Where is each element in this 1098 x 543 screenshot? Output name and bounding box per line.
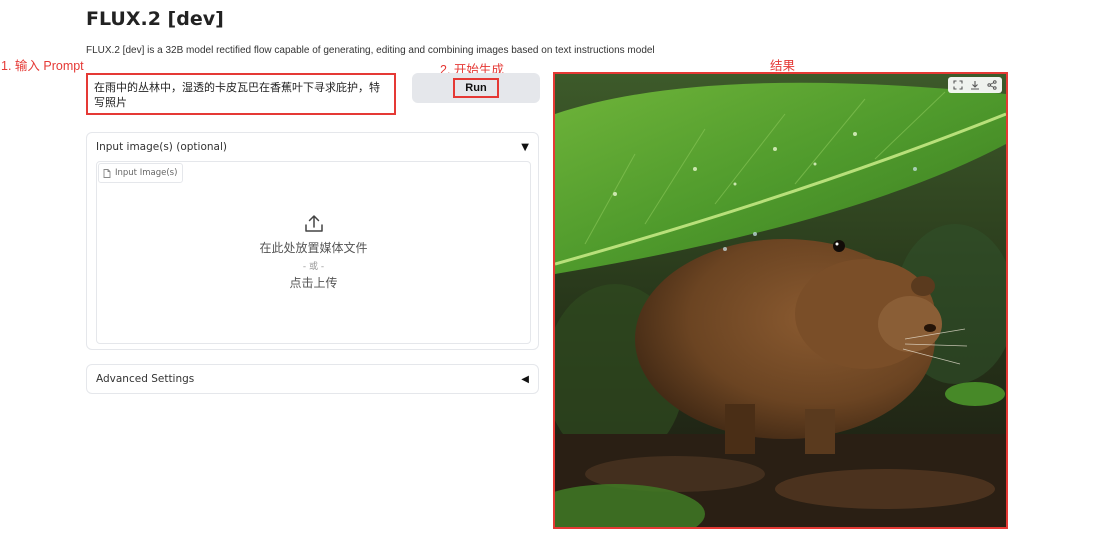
upload-icon: [304, 215, 323, 232]
image-toolbar: [948, 77, 1002, 93]
advanced-settings-accordion[interactable]: Advanced Settings ◀: [86, 364, 539, 394]
file-icon: [103, 168, 111, 178]
upload-prompt: 在此处放置媒体文件 - 或 - 点击上传: [97, 214, 530, 291]
image-dropzone[interactable]: Input Image(s) 在此处放置媒体文件 - 或 - 点击上传: [96, 161, 531, 344]
run-button[interactable]: Run: [453, 78, 499, 98]
result-image-panel: [553, 72, 1008, 529]
click-upload-text[interactable]: 点击上传: [289, 274, 337, 291]
download-icon[interactable]: [970, 80, 980, 90]
capybara-leaf-image: [555, 74, 1006, 527]
expand-triangle-icon[interactable]: ◀: [521, 374, 529, 385]
drop-media-text: 在此处放置媒体文件: [259, 241, 368, 255]
prompt-input[interactable]: 在雨中的丛林中，湿透的卡皮瓦巴在香蕉叶下寻求庇护，特写照片: [86, 73, 396, 115]
input-images-header[interactable]: Input image(s) (optional) ▼: [87, 133, 538, 161]
input-image-chip-label: Input Image(s): [115, 168, 178, 178]
annotation-step1: 1. 输入 Prompt: [1, 59, 84, 73]
app-title: FLUX.2 [dev]: [86, 8, 224, 30]
advanced-settings-label: Advanced Settings: [96, 373, 195, 385]
run-button-container[interactable]: Run: [412, 73, 540, 103]
input-images-header-label: Input image(s) (optional): [96, 141, 227, 153]
app-description: FLUX.2 [dev] is a 32B model rectified fl…: [86, 45, 655, 56]
share-icon[interactable]: [987, 80, 997, 90]
input-image-chip: Input Image(s): [98, 163, 184, 183]
or-divider-text: - 或 -: [302, 262, 325, 272]
fullscreen-icon[interactable]: [953, 80, 963, 90]
input-images-accordion: Input image(s) (optional) ▼ Input Image(…: [86, 132, 539, 350]
collapse-triangle-icon[interactable]: ▼: [521, 142, 529, 153]
